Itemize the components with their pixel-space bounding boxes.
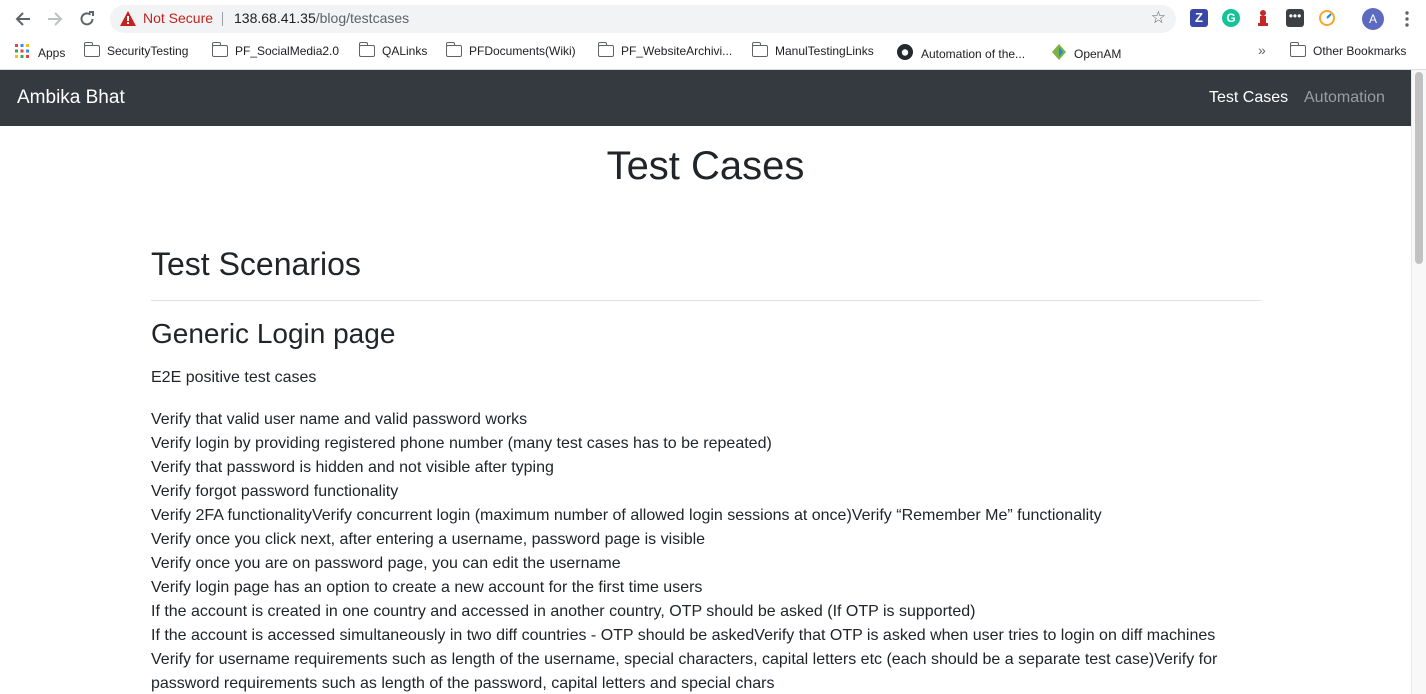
scrollbar-thumb[interactable] [1415,72,1423,264]
test-case-line: If the account is created in one country… [151,603,976,620]
vertical-scrollbar[interactable] [1411,70,1426,694]
nav-link-automation[interactable]: Automation [1304,89,1385,107]
bookmark-folder[interactable]: QALinks [358,42,428,58]
bookmark-label: OpenAM [1074,46,1122,61]
test-case-line: Verify once you are on password page, yo… [151,555,621,572]
menu-kebab-icon[interactable] [1396,8,1418,30]
address-bar[interactable]: Not Secure 138.68.41.35/blog/testcases ☆ [110,5,1176,33]
bookmark-label: SecurityTesting [107,44,189,58]
bookmark-label: PFDocuments(Wiki) [469,44,576,58]
page-viewport: Ambika Bhat Test Cases Automation Test C… [0,70,1411,694]
page-title: Test Cases [606,144,805,188]
zotero-extension-icon[interactable]: Z [1190,9,1208,27]
github-icon [897,44,913,63]
forward-arrow-icon[interactable] [44,8,66,30]
apps-grid-icon [15,44,29,61]
back-arrow-icon[interactable] [12,8,34,30]
folder-icon [83,42,100,57]
test-case-line: Verify forgot password functionality [151,483,399,500]
bookmark-apps[interactable]: Apps [15,44,65,61]
bookmark-folder[interactable]: PF_SocialMedia2.0 [211,42,340,58]
test-case-line: Verify for username requirements such as… [151,651,1218,692]
subsection-heading: Generic Login page [151,318,396,349]
more-extension-icon[interactable]: ••• [1286,9,1304,27]
security-label[interactable]: Not Secure [143,10,213,26]
test-case-line: Verify that password is hidden and not v… [151,459,554,476]
bookmark-label: Other Bookmarks [1313,44,1407,58]
bookmark-label: Apps [38,45,66,60]
bookmark-github[interactable]: Automation of the... [897,44,1025,63]
chess-piece-extension-icon[interactable] [1254,9,1272,27]
profile-avatar[interactable]: A [1362,8,1384,30]
bookmarks-bar: Apps SecurityTesting PF_SocialMedia2.0 Q… [0,38,1426,70]
bookmark-folder[interactable]: PFDocuments(Wiki) [445,42,576,58]
test-case-list: Verify that valid user name and valid pa… [151,408,1261,694]
bookmark-folder[interactable]: ManulTestingLinks [751,42,874,58]
speedometer-extension-icon[interactable] [1318,9,1336,27]
bookmark-folder[interactable]: PF_WebsiteArchivi... [597,42,733,58]
site-navbar: Ambika Bhat Test Cases Automation [0,70,1411,126]
bookmark-star-icon[interactable]: ☆ [1151,8,1166,28]
test-case-line: Verify login by providing registered pho… [151,435,772,452]
bookmark-label: PF_SocialMedia2.0 [235,44,340,58]
url-text[interactable]: 138.68.41.35/blog/testcases [234,10,409,26]
reload-icon[interactable] [76,8,98,30]
url-host: 138.68.41.35 [234,10,316,26]
folder-icon [358,42,375,57]
bookmark-other[interactable]: Other Bookmarks [1289,42,1407,58]
folder-icon [597,42,614,57]
intro-text: E2E positive test cases [151,369,317,386]
test-case-line: Verify once you click next, after enteri… [151,531,706,548]
openam-icon [1052,44,1066,63]
site-brand[interactable]: Ambika Bhat [17,87,125,109]
bookmark-label: QALinks [382,44,428,58]
folder-icon [211,42,228,57]
bookmark-label: Automation of the... [921,46,1026,61]
bookmark-label: PF_WebsiteArchivi... [621,44,733,58]
folder-icon [445,42,462,57]
nav-link-test-cases[interactable]: Test Cases [1209,89,1288,107]
test-case-line: Verify that valid user name and valid pa… [151,411,528,428]
bookmark-label: ManulTestingLinks [775,44,874,58]
test-case-line: Verify 2FA functionalityVerify concurren… [151,507,1102,524]
grammarly-extension-icon[interactable]: G [1222,9,1240,27]
bookmark-folder[interactable]: SecurityTesting [83,42,189,58]
folder-icon [751,42,768,57]
bookmark-openam[interactable]: OpenAM [1052,44,1121,63]
divider [151,300,1261,301]
folder-icon [1289,42,1306,57]
bookmarks-overflow-button[interactable]: » [1258,42,1266,58]
divider [222,12,223,26]
test-case-line: Verify login page has an option to creat… [151,579,703,596]
section-heading: Test Scenarios [151,246,361,282]
url-path: /blog/testcases [315,10,410,26]
browser-toolbar: Not Secure 138.68.41.35/blog/testcases ☆… [0,0,1426,38]
warning-icon[interactable] [120,11,136,31]
test-case-line: If the account is accessed simultaneousl… [151,627,1216,644]
